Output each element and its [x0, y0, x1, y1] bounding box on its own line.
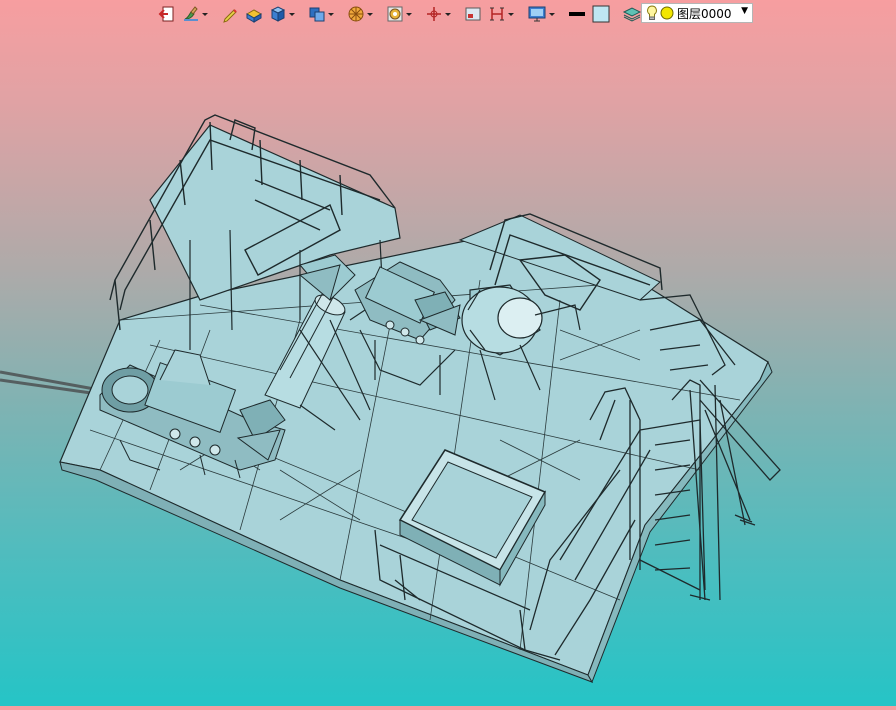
view-cube-icon [309, 7, 325, 22]
move-axis-icon [427, 7, 441, 21]
paint-tool-dropdown-icon[interactable] [201, 10, 209, 18]
pen-icon [223, 9, 237, 23]
measure-dropdown-icon[interactable] [507, 10, 515, 18]
line-color-icon [569, 12, 585, 16]
move-axis-dropdown-icon[interactable] [444, 10, 452, 18]
paint-tool-icon [184, 6, 198, 21]
measure-icon [490, 7, 504, 21]
layer-name: 图层0000 [677, 6, 732, 21]
move-axis-button[interactable] [423, 3, 454, 25]
screen-icon [528, 6, 546, 22]
view-cube-button[interactable] [306, 3, 337, 25]
screen-button[interactable] [525, 3, 558, 25]
pen-button[interactable] [219, 3, 241, 25]
layer-dropdown[interactable]: 图层0000 ▼ [641, 3, 753, 23]
layers-icon [622, 7, 642, 22]
paint-tool-button[interactable] [180, 3, 211, 25]
box-plane-button[interactable] [243, 3, 265, 25]
render-mode-button[interactable] [384, 3, 415, 25]
cube-dropdown-icon[interactable] [288, 10, 296, 18]
box-plane-icon [245, 9, 263, 23]
measure-button[interactable] [486, 3, 517, 25]
section-button[interactable] [345, 3, 376, 25]
window-button[interactable] [462, 3, 484, 25]
chevron-down-icon[interactable]: ▼ [741, 6, 748, 16]
cube-button[interactable] [267, 3, 298, 25]
lightbulb-icon[interactable] [646, 5, 658, 21]
platform-model-wireframe[interactable] [0, 28, 896, 706]
window-icon [465, 7, 481, 21]
view-cube-dropdown-icon[interactable] [327, 10, 335, 18]
render-mode-icon [387, 6, 403, 22]
section-dropdown-icon[interactable] [366, 10, 374, 18]
cable [0, 372, 100, 394]
model-viewport[interactable] [0, 28, 896, 706]
exit-icon [158, 6, 174, 22]
screen-dropdown-icon[interactable] [548, 10, 556, 18]
fill-color-button[interactable] [590, 3, 612, 25]
section-icon [348, 6, 364, 22]
line-color-button[interactable] [566, 3, 588, 25]
cube-icon [270, 6, 286, 22]
layer-color-icon [660, 6, 674, 20]
fill-color-icon [592, 5, 610, 23]
render-mode-dropdown-icon[interactable] [405, 10, 413, 18]
exit-button[interactable] [156, 3, 178, 25]
